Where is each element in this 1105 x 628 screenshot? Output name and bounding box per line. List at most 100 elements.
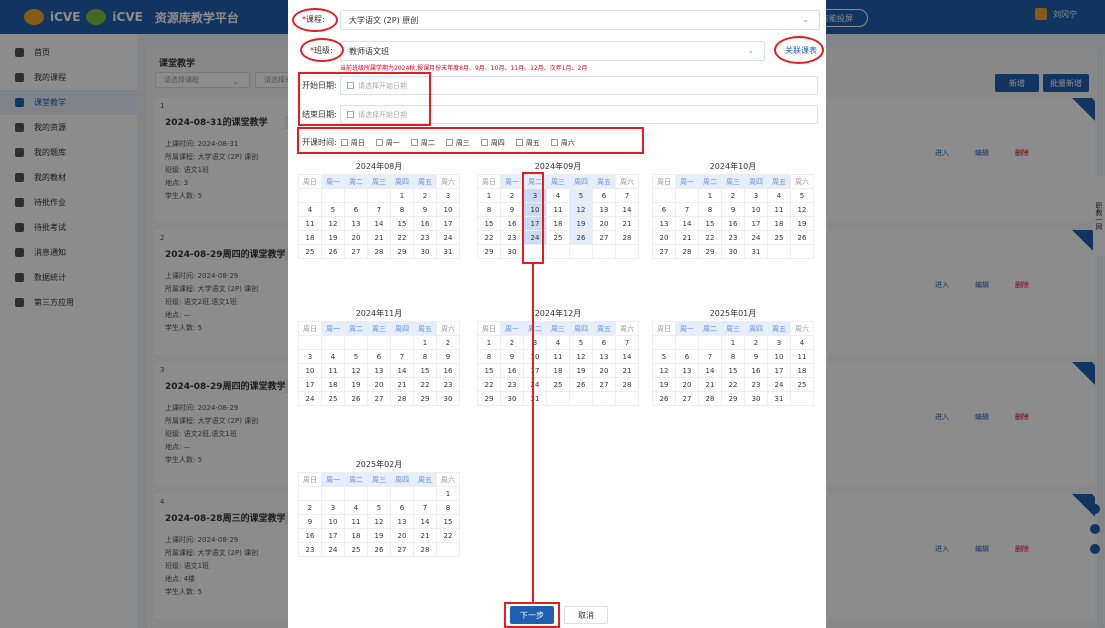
calendar-day[interactable]: 19: [791, 217, 814, 231]
calendar-day[interactable]: 24: [768, 378, 791, 392]
calendar-day[interactable]: 7: [414, 501, 437, 515]
calendar-day[interactable]: 17: [322, 529, 345, 543]
calendar-day[interactable]: 11: [322, 364, 345, 378]
calendar-day[interactable]: 25: [547, 231, 570, 245]
calendar-day[interactable]: 18: [791, 364, 814, 378]
calendar-day[interactable]: 20: [368, 378, 391, 392]
calendar-day[interactable]: 6: [593, 336, 616, 350]
calendar-day[interactable]: 27: [593, 231, 616, 245]
calendar-day[interactable]: 5: [570, 336, 593, 350]
calendar-day[interactable]: 16: [437, 364, 460, 378]
calendar-day[interactable]: 12: [570, 350, 593, 364]
calendar-day[interactable]: 25: [322, 392, 345, 406]
calendar-day[interactable]: 1: [391, 189, 414, 203]
calendar-day[interactable]: 6: [368, 350, 391, 364]
calendar-day[interactable]: 15: [414, 364, 437, 378]
calendar-day[interactable]: 24: [524, 378, 547, 392]
calendar-day[interactable]: 20: [391, 529, 414, 543]
calendar-day[interactable]: 2: [501, 189, 524, 203]
calendar-day[interactable]: 18: [345, 529, 368, 543]
calendar-day[interactable]: 22: [414, 378, 437, 392]
calendar-day[interactable]: 30: [501, 392, 524, 406]
calendar-day[interactable]: 2: [722, 189, 745, 203]
calendar-day[interactable]: 12: [322, 217, 345, 231]
calendar-day[interactable]: 20: [593, 217, 616, 231]
calendar-day[interactable]: 5: [368, 501, 391, 515]
calendar-day[interactable]: 5: [653, 350, 676, 364]
calendar-day[interactable]: 18: [547, 217, 570, 231]
calendar-day[interactable]: 16: [501, 364, 524, 378]
calendar-day[interactable]: 31: [437, 245, 460, 259]
calendar-day[interactable]: 7: [391, 350, 414, 364]
calendar-day[interactable]: 9: [414, 203, 437, 217]
calendar-day[interactable]: 31: [745, 245, 768, 259]
calendar-day[interactable]: 24: [437, 231, 460, 245]
calendar-day[interactable]: 15: [722, 364, 745, 378]
calendar-day[interactable]: 23: [299, 543, 322, 557]
calendar-day[interactable]: 6: [653, 203, 676, 217]
calendar-day[interactable]: 25: [791, 378, 814, 392]
calendar-day[interactable]: 9: [501, 350, 524, 364]
calendar-day[interactable]: 8: [478, 350, 501, 364]
calendar-day[interactable]: 14: [616, 350, 639, 364]
class-select[interactable]: 教师语文班 ⌄: [340, 41, 765, 61]
calendar-day[interactable]: 27: [368, 392, 391, 406]
calendar-day[interactable]: 9: [745, 350, 768, 364]
calendar-day[interactable]: 7: [699, 350, 722, 364]
calendar-day[interactable]: 22: [478, 231, 501, 245]
calendar-day[interactable]: 10: [524, 350, 547, 364]
calendar-day[interactable]: 22: [699, 231, 722, 245]
calendar-day[interactable]: 19: [345, 378, 368, 392]
calendar-day[interactable]: 14: [391, 364, 414, 378]
calendar-day[interactable]: 17: [745, 217, 768, 231]
calendar-day[interactable]: 2: [745, 336, 768, 350]
calendar-day[interactable]: 3: [437, 189, 460, 203]
calendar-day[interactable]: 18: [768, 217, 791, 231]
calendar-day[interactable]: 27: [676, 392, 699, 406]
calendar-day[interactable]: 13: [368, 364, 391, 378]
calendar-day[interactable]: 4: [345, 501, 368, 515]
calendar-day[interactable]: 22: [478, 378, 501, 392]
calendar-day[interactable]: 2: [501, 336, 524, 350]
calendar-day[interactable]: 30: [745, 392, 768, 406]
calendar-day[interactable]: 28: [368, 245, 391, 259]
calendar-day[interactable]: 21: [676, 231, 699, 245]
calendar-day[interactable]: 15: [391, 217, 414, 231]
calendar-day[interactable]: 16: [501, 217, 524, 231]
calendar-day[interactable]: 21: [616, 364, 639, 378]
calendar-day[interactable]: 19: [570, 217, 593, 231]
calendar-day[interactable]: 10: [768, 350, 791, 364]
calendar-day[interactable]: 4: [547, 189, 570, 203]
calendar-day[interactable]: 23: [414, 231, 437, 245]
calendar-day[interactable]: 14: [676, 217, 699, 231]
calendar-day[interactable]: 8: [699, 203, 722, 217]
calendar-day[interactable]: 29: [414, 392, 437, 406]
calendar-day[interactable]: 27: [345, 245, 368, 259]
calendar-day[interactable]: 8: [391, 203, 414, 217]
calendar-day[interactable]: 16: [414, 217, 437, 231]
calendar-day[interactable]: 13: [593, 203, 616, 217]
calendar-day[interactable]: 6: [593, 189, 616, 203]
calendar-day[interactable]: 19: [653, 378, 676, 392]
calendar-day[interactable]: 26: [368, 543, 391, 557]
calendar-day[interactable]: 10: [437, 203, 460, 217]
calendar-day[interactable]: 26: [570, 231, 593, 245]
calendar-day[interactable]: 17: [524, 364, 547, 378]
calendar-day[interactable]: 6: [391, 501, 414, 515]
calendar-day[interactable]: 1: [478, 189, 501, 203]
calendar-day[interactable]: 2: [299, 501, 322, 515]
calendar-day[interactable]: 14: [368, 217, 391, 231]
calendar-day[interactable]: 18: [547, 364, 570, 378]
calendar-day[interactable]: 23: [501, 378, 524, 392]
calendar-day[interactable]: 14: [616, 203, 639, 217]
calendar-day[interactable]: 1: [478, 336, 501, 350]
calendar-day[interactable]: 16: [299, 529, 322, 543]
calendar-day[interactable]: 5: [791, 189, 814, 203]
calendar-day[interactable]: 20: [676, 378, 699, 392]
calendar-day[interactable]: 10: [299, 364, 322, 378]
calendar-day[interactable]: 26: [570, 378, 593, 392]
calendar-day[interactable]: 21: [391, 378, 414, 392]
calendar-day[interactable]: 20: [593, 364, 616, 378]
calendar-day[interactable]: 3: [768, 336, 791, 350]
calendar-day[interactable]: 8: [414, 350, 437, 364]
